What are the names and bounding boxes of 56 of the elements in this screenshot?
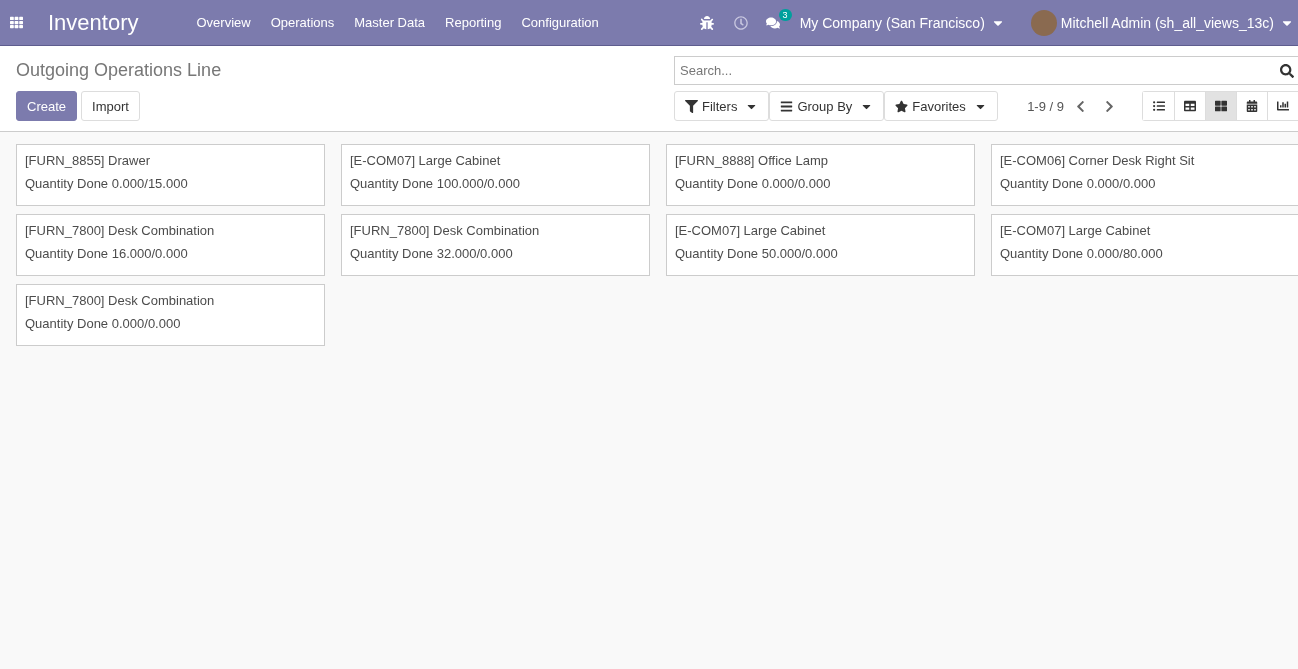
record-card[interactable]: [E-COM07] Large Cabinet Quantity Done 50.000/0.000 (666, 214, 975, 276)
card-title: [E-COM06] Corner Desk Right Sit (1000, 153, 1196, 168)
record-card[interactable]: [E-COM07] Large Cabinet Quantity Done 0.000/80.000 (991, 214, 1298, 276)
import-button[interactable]: Import (81, 91, 140, 121)
card-title: [E-COM07] Large Cabinet (675, 223, 827, 238)
card-title: [FURN_7800] Desk Combination (25, 293, 216, 308)
quantity-done: Quantity Done 16.000/0.000 (25, 246, 189, 261)
card-title: [FURN_7800] Desk Combination (350, 223, 541, 238)
record-card[interactable]: [FURN_7800] Desk Combination Quantity Done 16.000/0.000 (16, 214, 325, 276)
menu-item[interactable]: Configuration (511, 0, 609, 45)
card-title: [E-COM07] Large Cabinet (1000, 223, 1152, 238)
group-dropdown[interactable]: Group By (769, 91, 885, 121)
filter-icon (685, 99, 698, 113)
filter-dropdown[interactable]: Filters (674, 91, 770, 121)
list-icon (1152, 100, 1165, 112)
kanban-icon (1215, 100, 1227, 112)
pivot-icon (1184, 100, 1196, 112)
bug-icon[interactable] (699, 15, 714, 30)
kanban-view-button[interactable] (1205, 92, 1236, 120)
search-icon[interactable] (1280, 64, 1294, 78)
chat-icon[interactable] (765, 15, 780, 30)
quantity-done: Quantity Done 0.000/15.000 (25, 176, 189, 191)
record-card[interactable]: [FURN_8888] Office Lamp Quantity Done 0.000/0.000 (666, 144, 975, 206)
card-title: [E-COM07] Large Cabinet (350, 153, 502, 168)
card-title: [FURN_7800] Desk Combination (25, 223, 216, 238)
create-button[interactable]: Create (16, 91, 78, 121)
record-card[interactable]: [E-COM06] Corner Desk Right Sit Quantity Done 0.000/0.000 (991, 144, 1298, 206)
quantity-done: Quantity Done 0.000/0.000 (675, 176, 832, 191)
page-title: Outgoing Operations Line (16, 59, 223, 82)
quantity-done: Quantity Done 0.000/80.000 (1000, 246, 1164, 261)
search-field[interactable]: Search... (674, 56, 1298, 85)
app-title[interactable]: Inventory (48, 9, 139, 36)
message-count: 3 (778, 8, 792, 21)
record-card[interactable]: [FURN_7800] Desk Combination Quantity Done 32.000/0.000 (341, 214, 650, 276)
quantity-done: Quantity Done 0.000/0.000 (25, 316, 182, 331)
menu-item[interactable]: Overview (186, 0, 261, 45)
menu-item[interactable]: Reporting (435, 0, 512, 45)
quantity-done: Quantity Done 100.000/0.000 (350, 176, 521, 191)
company-switcher[interactable]: My Company (San Francisco) (799, 14, 1005, 31)
favorite-dropdown[interactable]: Favorites (884, 91, 998, 121)
favorite-icon (895, 99, 909, 113)
record-card[interactable]: [FURN_8855] Drawer Quantity Done 0.000/15.000 (16, 144, 325, 206)
menu-item[interactable]: Master Data (344, 0, 436, 45)
menu-item[interactable]: Operations (260, 0, 345, 45)
card-title: [FURN_8855] Drawer (25, 153, 151, 168)
quantity-done: Quantity Done 0.000/0.000 (1000, 176, 1157, 191)
pager-value: 1-9 / 9 (1027, 98, 1064, 114)
avatar (1030, 9, 1057, 36)
record-card[interactable]: [FURN_7800] Desk Combination Quantity Done 0.000/0.000 (16, 284, 325, 346)
user-menu[interactable]: Mitchell Admin (sh_all_views_13c) (1060, 14, 1294, 31)
quantity-done: Quantity Done 32.000/0.000 (350, 246, 514, 261)
quantity-done: Quantity Done 50.000/0.000 (675, 246, 839, 261)
calendar-icon (1246, 100, 1258, 112)
record-card[interactable]: [E-COM07] Large Cabinet Quantity Done 100.000/0.000 (341, 144, 650, 206)
graph-icon (1277, 100, 1289, 112)
card-title: [FURN_8888] Office Lamp (675, 153, 829, 168)
